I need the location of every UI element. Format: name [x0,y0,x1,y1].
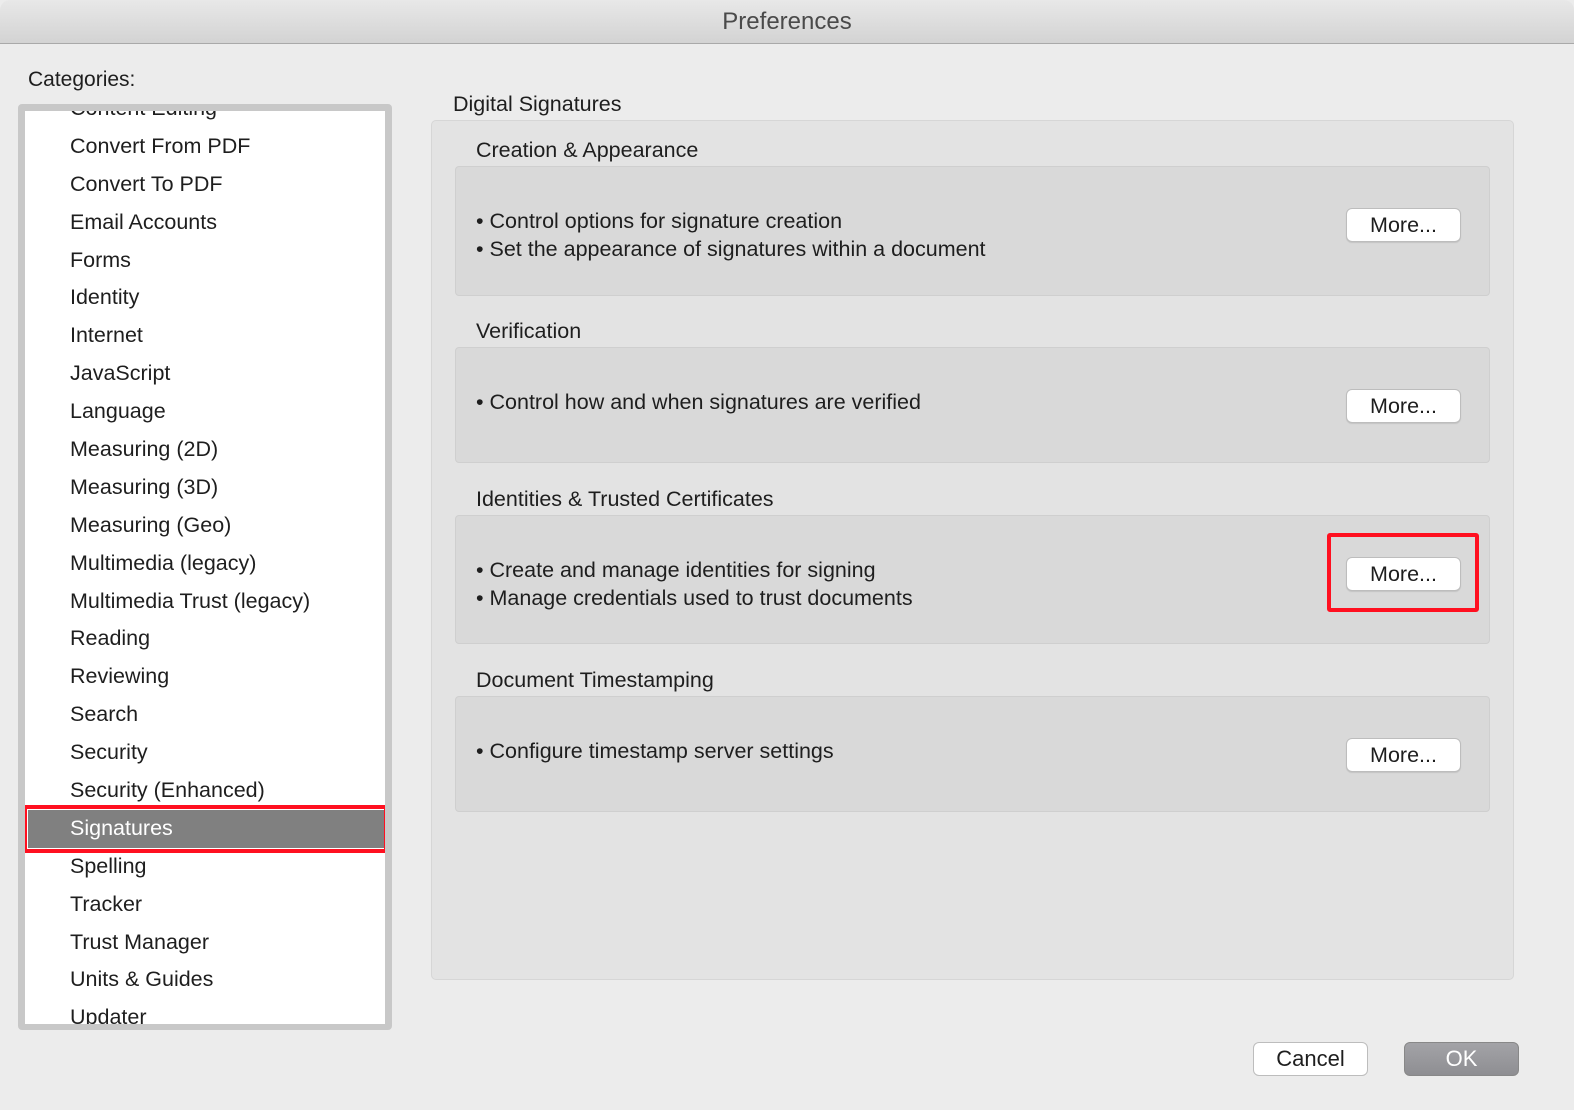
section-title-verification: Verification [476,319,582,343]
category-item[interactable]: Units & Guides [25,961,385,999]
category-item[interactable]: Content Editing [25,111,385,128]
category-item[interactable]: Language [25,393,385,431]
category-item[interactable]: Identity [25,279,385,317]
creation-more-button[interactable]: More... [1346,208,1461,242]
section-title-identities: Identities & Trusted Certificates [476,487,774,511]
category-item[interactable]: Multimedia Trust (legacy) [25,583,385,621]
category-item[interactable]: Security [25,734,385,772]
creation-bullet: • Control options for signature creation [476,209,843,233]
category-item[interactable]: Reading [25,620,385,658]
category-item[interactable]: Measuring (3D) [25,469,385,507]
category-item[interactable]: Measuring (2D) [25,431,385,469]
creation-bullet: • Set the appearance of signatures withi… [476,237,986,261]
section-title-timestamping: Document Timestamping [476,668,714,692]
category-item[interactable]: Measuring (Geo) [25,507,385,545]
category-item[interactable]: Email Accounts [25,204,385,242]
window-title: Preferences [0,0,1574,44]
categories-label: Categories: [28,68,136,91]
ok-button[interactable]: OK [1404,1042,1519,1076]
category-item[interactable]: Multimedia (legacy) [25,545,385,583]
categories-list[interactable]: Content EditingConvert From PDFConvert T… [18,104,392,1030]
identities-bullet: • Create and manage identities for signi… [476,558,876,582]
category-item[interactable]: Convert From PDF [25,128,385,166]
category-item[interactable]: Tracker [25,886,385,924]
section-title-creation: Creation & Appearance [476,138,699,162]
category-item[interactable]: Search [25,696,385,734]
timestamping-bullet: • Configure timestamp server settings [476,739,834,763]
category-item[interactable]: Trust Manager [25,924,385,962]
verification-bullet: • Control how and when signatures are ve… [476,390,921,414]
verification-more-button[interactable]: More... [1346,389,1461,423]
category-item[interactable]: Updater [25,999,385,1024]
timestamping-more-button[interactable]: More... [1346,738,1461,772]
category-item[interactable]: Signatures [25,804,385,853]
category-item[interactable]: Convert To PDF [25,166,385,204]
category-item[interactable]: Spelling [25,848,385,886]
cancel-button[interactable]: Cancel [1253,1042,1368,1076]
identities-more-button[interactable]: More... [1346,557,1461,591]
category-item[interactable]: JavaScript [25,355,385,393]
identities-bullet: • Manage credentials used to trust docum… [476,586,913,610]
category-item[interactable]: Forms [25,242,385,280]
category-item[interactable]: Reviewing [25,658,385,696]
category-item[interactable]: Internet [25,317,385,355]
page-title: Digital Signatures [453,92,622,116]
